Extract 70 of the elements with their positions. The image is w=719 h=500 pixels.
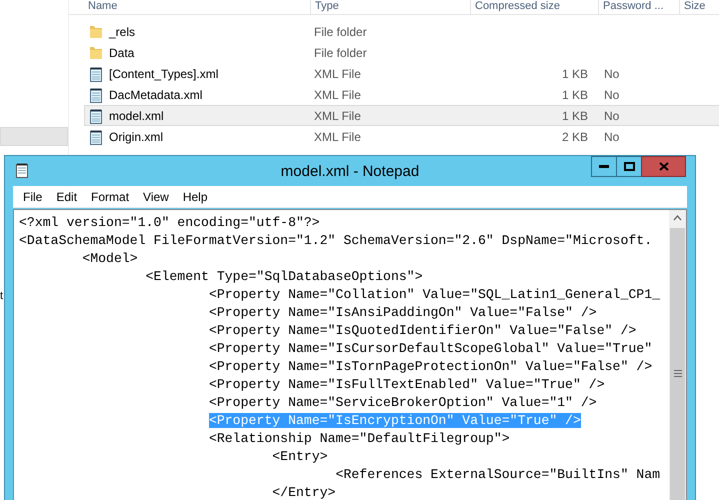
window-title: model.xml - Notepad	[280, 163, 420, 180]
menu-item[interactable]: View	[136, 190, 176, 204]
file-row[interactable]: _rels File folder	[84, 21, 719, 42]
file-row[interactable]: Origin.xml XML File 2 KB No	[84, 126, 719, 147]
file-name: model.xml	[109, 108, 164, 122]
file-name: Origin.xml	[109, 130, 164, 144]
vertical-scrollbar[interactable]	[669, 210, 686, 500]
code-line: <?xml version="1.0" encoding="utf-8"?>	[19, 215, 320, 230]
maximize-icon	[624, 162, 634, 171]
file-name: DacMetadata.xml	[109, 88, 202, 102]
menu-item[interactable]: File	[16, 190, 50, 204]
code-line: <Property Name="IsCursorDefaultScopeGlobal" Value="True"	[208, 341, 652, 356]
file-type: File folder	[313, 24, 368, 38]
code-line: <DataSchemaModel FileFormatVersion="1.2" SchemaVersion="2.6" DspName="Microsoft.	[19, 233, 652, 248]
code-line: <Relationship Name="DefaultFilegroup">	[208, 431, 510, 446]
code-line: <Property Name="IsTornPageProtectionOn" Value="False" />	[208, 359, 652, 374]
password-protected: No	[604, 66, 620, 80]
close-icon	[658, 162, 668, 171]
notepad-icon	[16, 163, 28, 178]
menu-item[interactable]: Format	[84, 190, 136, 204]
menu-item[interactable]: Edit	[49, 190, 84, 204]
column-header[interactable]: Size	[680, 0, 719, 14]
code-line: <Entry>	[271, 449, 328, 464]
file-row[interactable]: Data File folder	[84, 42, 719, 63]
close-button[interactable]	[641, 156, 686, 177]
notepad-file-icon	[89, 66, 103, 82]
code-line: </Entry>	[271, 485, 336, 500]
column-header[interactable]: Name	[84, 0, 311, 14]
file-type: XML File	[313, 108, 362, 122]
password-protected: No	[604, 130, 620, 144]
file-name: Data	[109, 46, 134, 60]
file-type: XML File	[313, 130, 362, 144]
column-header[interactable]: Compressed size	[471, 0, 599, 14]
folder-icon	[89, 24, 103, 39]
cut-text: t	[0, 290, 4, 302]
code-line: <References ExternalSource="BuiltIns" Nam	[334, 467, 660, 482]
file-name: [Content_Types].xml	[109, 66, 218, 80]
file-row[interactable]: model.xml XML File 1 KB No	[84, 105, 719, 126]
compressed-size: 1 KB	[562, 88, 588, 102]
notepad-file-icon	[89, 128, 103, 144]
menu-item[interactable]: Help	[176, 190, 215, 204]
file-type: XML File	[313, 88, 362, 102]
compressed-size: 2 KB	[562, 130, 588, 144]
code-line: <Model>	[81, 251, 138, 266]
notepad-file-icon	[89, 86, 103, 102]
code-line: <Property Name="ServiceBrokerOption" Value="1" />	[208, 395, 597, 410]
minimize-icon	[599, 165, 609, 168]
maximize-button[interactable]	[616, 156, 642, 177]
code-line: <Property Name="IsAnsiPaddingOn" Value="False" />	[208, 305, 597, 320]
code-line: <Property Name="IsFullTextEnabled" Value="True" />	[208, 377, 605, 392]
minimize-button[interactable]	[591, 156, 617, 177]
file-row[interactable]: [Content_Types].xml XML File 1 KB No	[84, 63, 719, 84]
password-protected: No	[604, 108, 620, 122]
scrollbar-thumb[interactable]	[670, 228, 685, 500]
code-line: <Property Name="IsQuotedIdentifierOn" Value="False" />	[208, 323, 636, 338]
compressed-size: 1 KB	[562, 66, 588, 80]
file-row[interactable]: DacMetadata.xml XML File 1 KB No	[84, 84, 719, 105]
column-header[interactable]: Type	[311, 0, 471, 14]
file-name: _rels	[109, 24, 136, 38]
folder-icon	[89, 45, 103, 60]
code-line: <Property Name="Collation" Value="SQL_Latin1_General_CP1_	[208, 287, 660, 302]
text-area[interactable]	[13, 209, 687, 500]
notepad-file-icon	[89, 108, 103, 124]
file-type: File folder	[313, 46, 368, 60]
code-line: <Element Type="SqlDatabaseOptions">	[144, 269, 423, 284]
compressed-size: 1 KB	[562, 108, 588, 122]
grip-icon	[674, 370, 682, 376]
column-header[interactable]: Password ...	[599, 0, 680, 14]
file-type: XML File	[313, 66, 362, 80]
password-protected: No	[604, 88, 620, 102]
